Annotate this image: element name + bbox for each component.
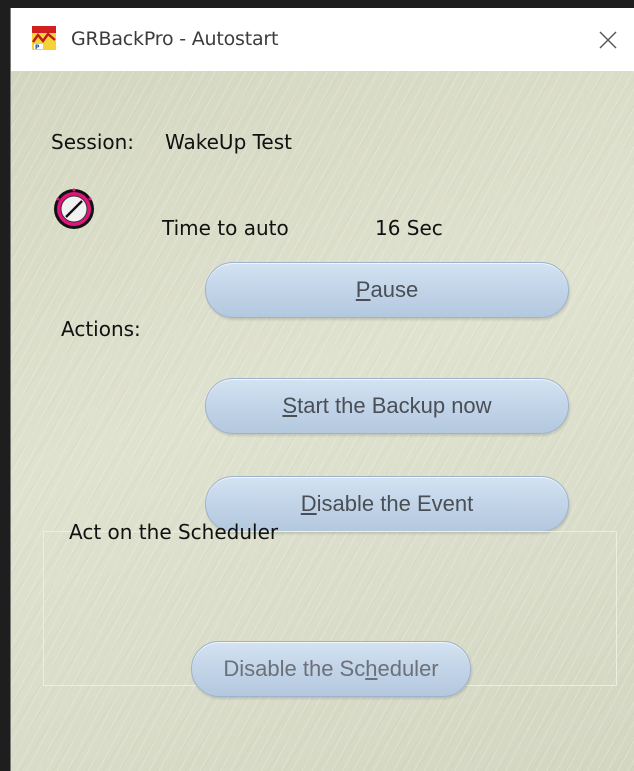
pause-button[interactable]: Pause — [205, 262, 569, 318]
scheduler-group-label: Act on the Scheduler — [69, 520, 279, 544]
time-to-auto-label: Time to auto — [162, 216, 289, 240]
title-bar[interactable]: P GRBackPro - Autostart — [11, 8, 634, 71]
disable-scheduler-button[interactable]: Disable the Sc h eduler — [191, 641, 471, 697]
start-backup-now-button[interactable]: Start the Backup now — [205, 378, 569, 434]
app-icon: P — [32, 26, 56, 50]
session-name: WakeUp Test — [165, 130, 293, 154]
countdown-value: 16 Sec — [375, 216, 443, 240]
window-title: GRBackPro - Autostart — [71, 28, 279, 50]
actions-label: Actions: — [61, 317, 141, 341]
autostart-window: P GRBackPro - Autostart Session: WakeUp … — [10, 8, 634, 771]
close-button[interactable] — [581, 8, 634, 71]
svg-text:P: P — [35, 44, 40, 50]
stopwatch-icon — [54, 188, 94, 229]
close-icon — [599, 31, 617, 48]
session-label: Session: — [51, 130, 135, 154]
